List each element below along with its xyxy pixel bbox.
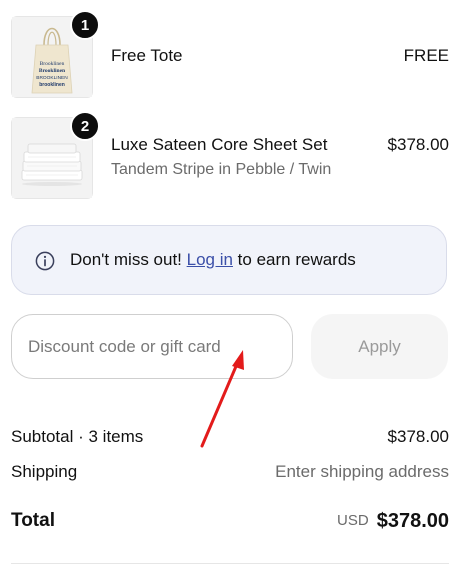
rewards-message: Don't miss out! Log in to earn rewards bbox=[70, 250, 356, 270]
login-link[interactable]: Log in bbox=[187, 250, 233, 269]
sheet-set-thumbnail: 2 bbox=[11, 111, 100, 199]
apply-discount-button[interactable]: Apply bbox=[311, 314, 448, 379]
quantity-badge: 2 bbox=[70, 111, 100, 141]
item-name: Free Tote bbox=[111, 46, 183, 65]
quantity-badge: 1 bbox=[70, 10, 100, 40]
item-price: $378.00 bbox=[387, 135, 449, 154]
item-name: Luxe Sateen Core Sheet Set bbox=[111, 135, 328, 154]
line-item-free-tote: Brooklinen Brooklinen BROOKLINEN brookli… bbox=[11, 10, 449, 98]
rewards-text-before: Don't miss out! bbox=[70, 250, 187, 269]
line-item-sheet-set: 2 Luxe Sateen Core Sheet Set Tandem Stri… bbox=[11, 111, 449, 199]
info-circle-icon bbox=[35, 251, 55, 271]
tote-print-line-3: BROOKLINEN bbox=[36, 75, 68, 81]
tote-bag-thumbnail: Brooklinen Brooklinen BROOKLINEN brookli… bbox=[11, 10, 100, 98]
tote-print-line-2: Brooklinen bbox=[39, 68, 65, 74]
discount-code-input[interactable] bbox=[11, 314, 293, 379]
item-variant: Tandem Stripe in Pebble / Twin bbox=[111, 161, 332, 178]
tote-print-line-4: brooklinen bbox=[39, 82, 65, 88]
subtotal-label: Subtotal · 3 items bbox=[11, 427, 144, 446]
tote-print-line-1: Brooklinen bbox=[40, 61, 65, 67]
subtotal-value: $378.00 bbox=[387, 427, 449, 446]
shipping-row: Shipping Enter shipping address bbox=[11, 462, 449, 484]
shipping-label: Shipping bbox=[11, 462, 78, 481]
subtotal-row: Subtotal · 3 items $378.00 bbox=[11, 427, 449, 449]
shipping-value: Enter shipping address bbox=[275, 462, 449, 481]
total-row: Total USD $378.00 bbox=[11, 510, 449, 538]
rewards-text-after: to earn rewards bbox=[232, 250, 356, 269]
item-price: FREE bbox=[403, 46, 449, 65]
total-amount: $378.00 bbox=[376, 510, 449, 532]
total-label: Total bbox=[11, 510, 55, 531]
rewards-banner: Don't miss out! Log in to earn rewards bbox=[11, 225, 447, 295]
bottom-divider bbox=[11, 563, 449, 564]
total-currency: USD bbox=[337, 512, 369, 529]
total-value-group: USD $378.00 bbox=[337, 510, 449, 533]
